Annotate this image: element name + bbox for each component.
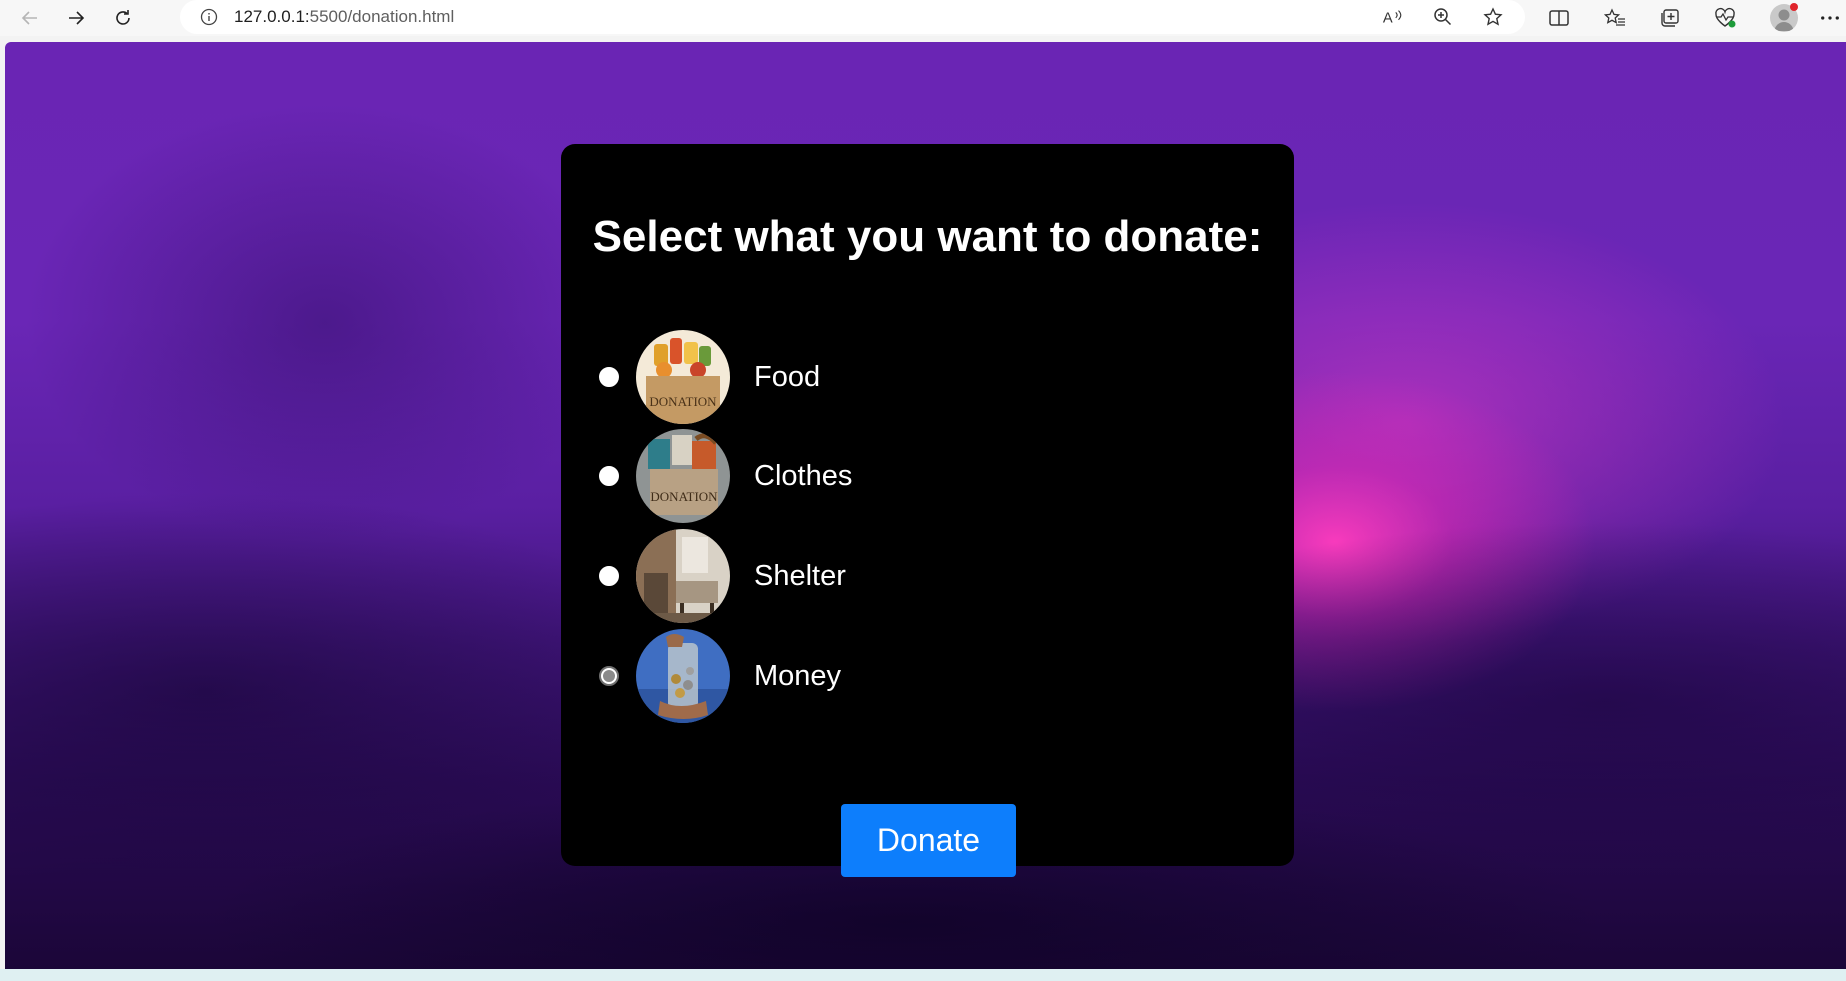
shelter-label: Shelter	[754, 559, 846, 592]
back-arrow-icon[interactable]	[14, 4, 46, 32]
notification-dot	[1790, 3, 1798, 11]
donate-button[interactable]: Donate	[841, 804, 1016, 877]
heartbeat-icon[interactable]	[1711, 5, 1739, 31]
food-label: Food	[754, 360, 821, 393]
address-bar[interactable]: 127.0.0.1:5500/donation.html A	[180, 0, 1525, 34]
reload-icon[interactable]	[107, 4, 139, 32]
money-donation-image	[636, 629, 730, 723]
page-title: Select what you want to donate:	[592, 212, 1263, 261]
money-radio[interactable]	[599, 666, 619, 686]
donation-card: Select what you want to donate: DONATION…	[561, 144, 1294, 877]
clothes-image-text: DONATION	[650, 489, 718, 504]
option-food[interactable]: DONATION Food	[599, 329, 1249, 425]
shelter-donation-image	[636, 529, 730, 623]
option-money[interactable]: Money	[599, 628, 1249, 724]
option-clothes[interactable]: DONATION Clothes	[599, 428, 1249, 524]
url-text[interactable]: 127.0.0.1:5500/donation.html	[234, 7, 454, 27]
favorites-icon[interactable]	[1601, 5, 1629, 31]
star-icon[interactable]	[1480, 6, 1506, 28]
food-radio[interactable]	[599, 367, 619, 387]
read-aloud-icon[interactable]: A	[1380, 6, 1406, 28]
info-icon[interactable]	[200, 8, 218, 26]
bottom-strip	[0, 969, 1846, 981]
svg-text:A: A	[1383, 11, 1393, 27]
food-donation-image: DONATION	[636, 330, 730, 424]
clothes-donation-image: DONATION	[636, 429, 730, 523]
url-path: 5500/donation.html	[309, 7, 455, 26]
page-viewport: Select what you want to donate: DONATION…	[5, 42, 1846, 969]
collections-icon[interactable]	[1656, 5, 1684, 31]
clothes-radio[interactable]	[599, 466, 619, 486]
split-screen-icon[interactable]	[1545, 5, 1573, 31]
more-icon[interactable]	[1818, 5, 1842, 31]
zoom-icon[interactable]	[1430, 6, 1456, 28]
option-shelter[interactable]: Shelter	[599, 528, 1249, 624]
food-image-text: DONATION	[649, 394, 717, 409]
money-label: Money	[754, 659, 842, 692]
shelter-radio[interactable]	[599, 566, 619, 586]
browser-toolbar: 127.0.0.1:5500/donation.html A	[0, 0, 1846, 36]
clothes-label: Clothes	[754, 459, 853, 492]
url-host: 127.0.0.1:	[234, 7, 310, 26]
forward-arrow-icon[interactable]	[60, 4, 92, 32]
